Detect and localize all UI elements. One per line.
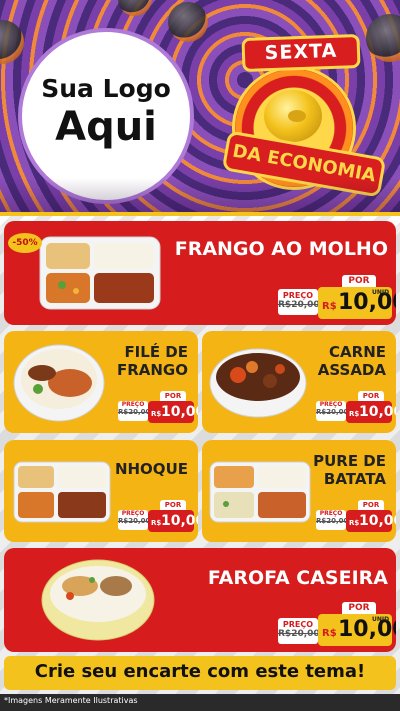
por-label: POR bbox=[342, 602, 376, 614]
product-name: PURE DE BATATA bbox=[298, 452, 386, 488]
por-label: POR bbox=[160, 391, 186, 401]
food-tray-image bbox=[39, 236, 161, 310]
old-price-label: PREÇO bbox=[282, 620, 314, 629]
new-price-tag: R$ 10,00 UNID bbox=[318, 614, 396, 646]
product-name-line1: PURE DE bbox=[313, 452, 386, 470]
old-price-label: PREÇO bbox=[121, 401, 145, 408]
old-price-value: R$20,00 bbox=[316, 517, 349, 525]
cta-banner[interactable]: Crie seu encarte com este tema! bbox=[4, 656, 396, 690]
new-price-tag: R$ 10,00 bbox=[346, 401, 396, 423]
old-price-tag: PREÇO R$20,00 bbox=[278, 289, 320, 315]
new-price-tag: R$ 10,00 UNID bbox=[318, 287, 396, 319]
product-card-nhoque[interactable]: NHOQUE PREÇO R$20,00 POR R$ 10,00 bbox=[4, 440, 198, 542]
old-price-tag: PREÇO R$20,00 bbox=[316, 401, 349, 421]
unit-label: UNID bbox=[372, 289, 390, 296]
badge-top-ribbon: SEXTA bbox=[241, 33, 361, 73]
product-name: CARNE ASSADA bbox=[298, 343, 386, 379]
logo-text-line2: Aqui bbox=[55, 104, 157, 150]
cta-text: Crie seu encarte com este tema! bbox=[34, 661, 366, 682]
old-price-value: R$20,00 bbox=[278, 629, 320, 639]
product-card-carne-assada[interactable]: CARNE ASSADA PREÇO R$20,00 POR R$ 10,00 bbox=[202, 331, 396, 433]
header-banner: Sua Logo Aqui SEXTA DA ECONOMIA bbox=[0, 0, 400, 218]
product-name: FILÉ DE FRANGO bbox=[100, 343, 188, 379]
price-value: 10,00 bbox=[161, 513, 198, 529]
product-name-line2: FRANGO bbox=[116, 361, 188, 379]
food-tray-image bbox=[13, 461, 111, 523]
coin-decoration bbox=[168, 2, 208, 42]
por-label: POR bbox=[342, 275, 376, 287]
product-name: NHOQUE bbox=[114, 460, 188, 478]
old-price-tag: PREÇO R$20,00 bbox=[118, 401, 151, 421]
old-price-tag: PREÇO R$20,00 bbox=[118, 510, 151, 530]
price-value: 10,00 bbox=[359, 513, 396, 529]
badge-top-text: SEXTA bbox=[264, 39, 338, 65]
food-tray-image bbox=[209, 461, 311, 523]
currency-symbol: R$ bbox=[151, 519, 162, 527]
price-value: 10,00 bbox=[161, 404, 198, 420]
currency-symbol: R$ bbox=[151, 410, 162, 418]
product-name: FAROFA CASEIRA bbox=[207, 567, 388, 589]
unit-label: UNID bbox=[372, 616, 390, 623]
disclaimer-bar: *Imagens Meramente Ilustrativas bbox=[0, 694, 400, 711]
product-card-pure-de-batata[interactable]: PURE DE BATATA PREÇO R$20,00 POR R$ 10,0… bbox=[202, 440, 396, 542]
por-label: POR bbox=[358, 500, 384, 510]
product-name-line2: ASSADA bbox=[317, 361, 386, 379]
logo-text-line1: Sua Logo bbox=[41, 74, 171, 103]
product-name: FRANGO AO MOLHO bbox=[174, 238, 388, 260]
gold-divider bbox=[0, 212, 400, 216]
product-name-line2: BATATA bbox=[323, 470, 386, 488]
por-label: POR bbox=[160, 500, 186, 510]
old-price-label: PREÇO bbox=[319, 510, 343, 517]
badge-bottom-text: DA ECONOMIA bbox=[230, 140, 378, 187]
product-name-line1: FILÉ DE bbox=[124, 343, 188, 361]
food-bowl-image bbox=[41, 559, 155, 641]
currency-symbol: R$ bbox=[349, 519, 360, 527]
old-price-tag: PREÇO R$20,00 bbox=[278, 618, 320, 644]
promo-badge: SEXTA DA ECONOMIA bbox=[221, 24, 387, 198]
food-bowl-image bbox=[209, 348, 307, 418]
new-price-tag: R$ 10,00 bbox=[148, 401, 198, 423]
discount-badge: -50% bbox=[8, 233, 42, 253]
currency-symbol: R$ bbox=[322, 301, 337, 312]
old-price-label: PREÇO bbox=[282, 291, 314, 300]
new-price-tag: R$ 10,00 bbox=[346, 510, 396, 532]
new-price-tag: R$ 10,00 bbox=[148, 510, 198, 532]
currency-symbol: R$ bbox=[349, 410, 360, 418]
por-label: POR bbox=[358, 391, 384, 401]
food-bowl-image bbox=[13, 344, 105, 422]
disclaimer-text: *Imagens Meramente Ilustrativas bbox=[4, 696, 138, 705]
piggy-snout bbox=[288, 110, 306, 122]
old-price-value: R$20,00 bbox=[118, 517, 151, 525]
old-price-value: R$20,00 bbox=[278, 300, 320, 310]
currency-symbol: R$ bbox=[322, 628, 337, 639]
old-price-tag: PREÇO R$20,00 bbox=[316, 510, 349, 530]
old-price-label: PREÇO bbox=[121, 510, 145, 517]
product-card-frango-ao-molho[interactable]: -50% FRANGO AO MOLHO PREÇO R$20,00 POR R… bbox=[4, 221, 396, 325]
product-card-farofa-caseira[interactable]: FAROFA CASEIRA PREÇO R$20,00 POR R$ 10,0… bbox=[4, 548, 396, 652]
price-value: 10,00 bbox=[359, 404, 396, 420]
product-card-file-de-frango[interactable]: FILÉ DE FRANGO PREÇO R$20,00 POR R$ 10,0… bbox=[4, 331, 198, 433]
old-price-value: R$20,00 bbox=[316, 408, 349, 416]
coin-decoration bbox=[0, 20, 24, 64]
product-name-line1: CARNE bbox=[329, 343, 386, 361]
logo-placeholder[interactable]: Sua Logo Aqui bbox=[18, 28, 194, 204]
old-price-label: PREÇO bbox=[319, 401, 343, 408]
coin-decoration bbox=[118, 0, 152, 16]
old-price-value: R$20,00 bbox=[118, 408, 151, 416]
